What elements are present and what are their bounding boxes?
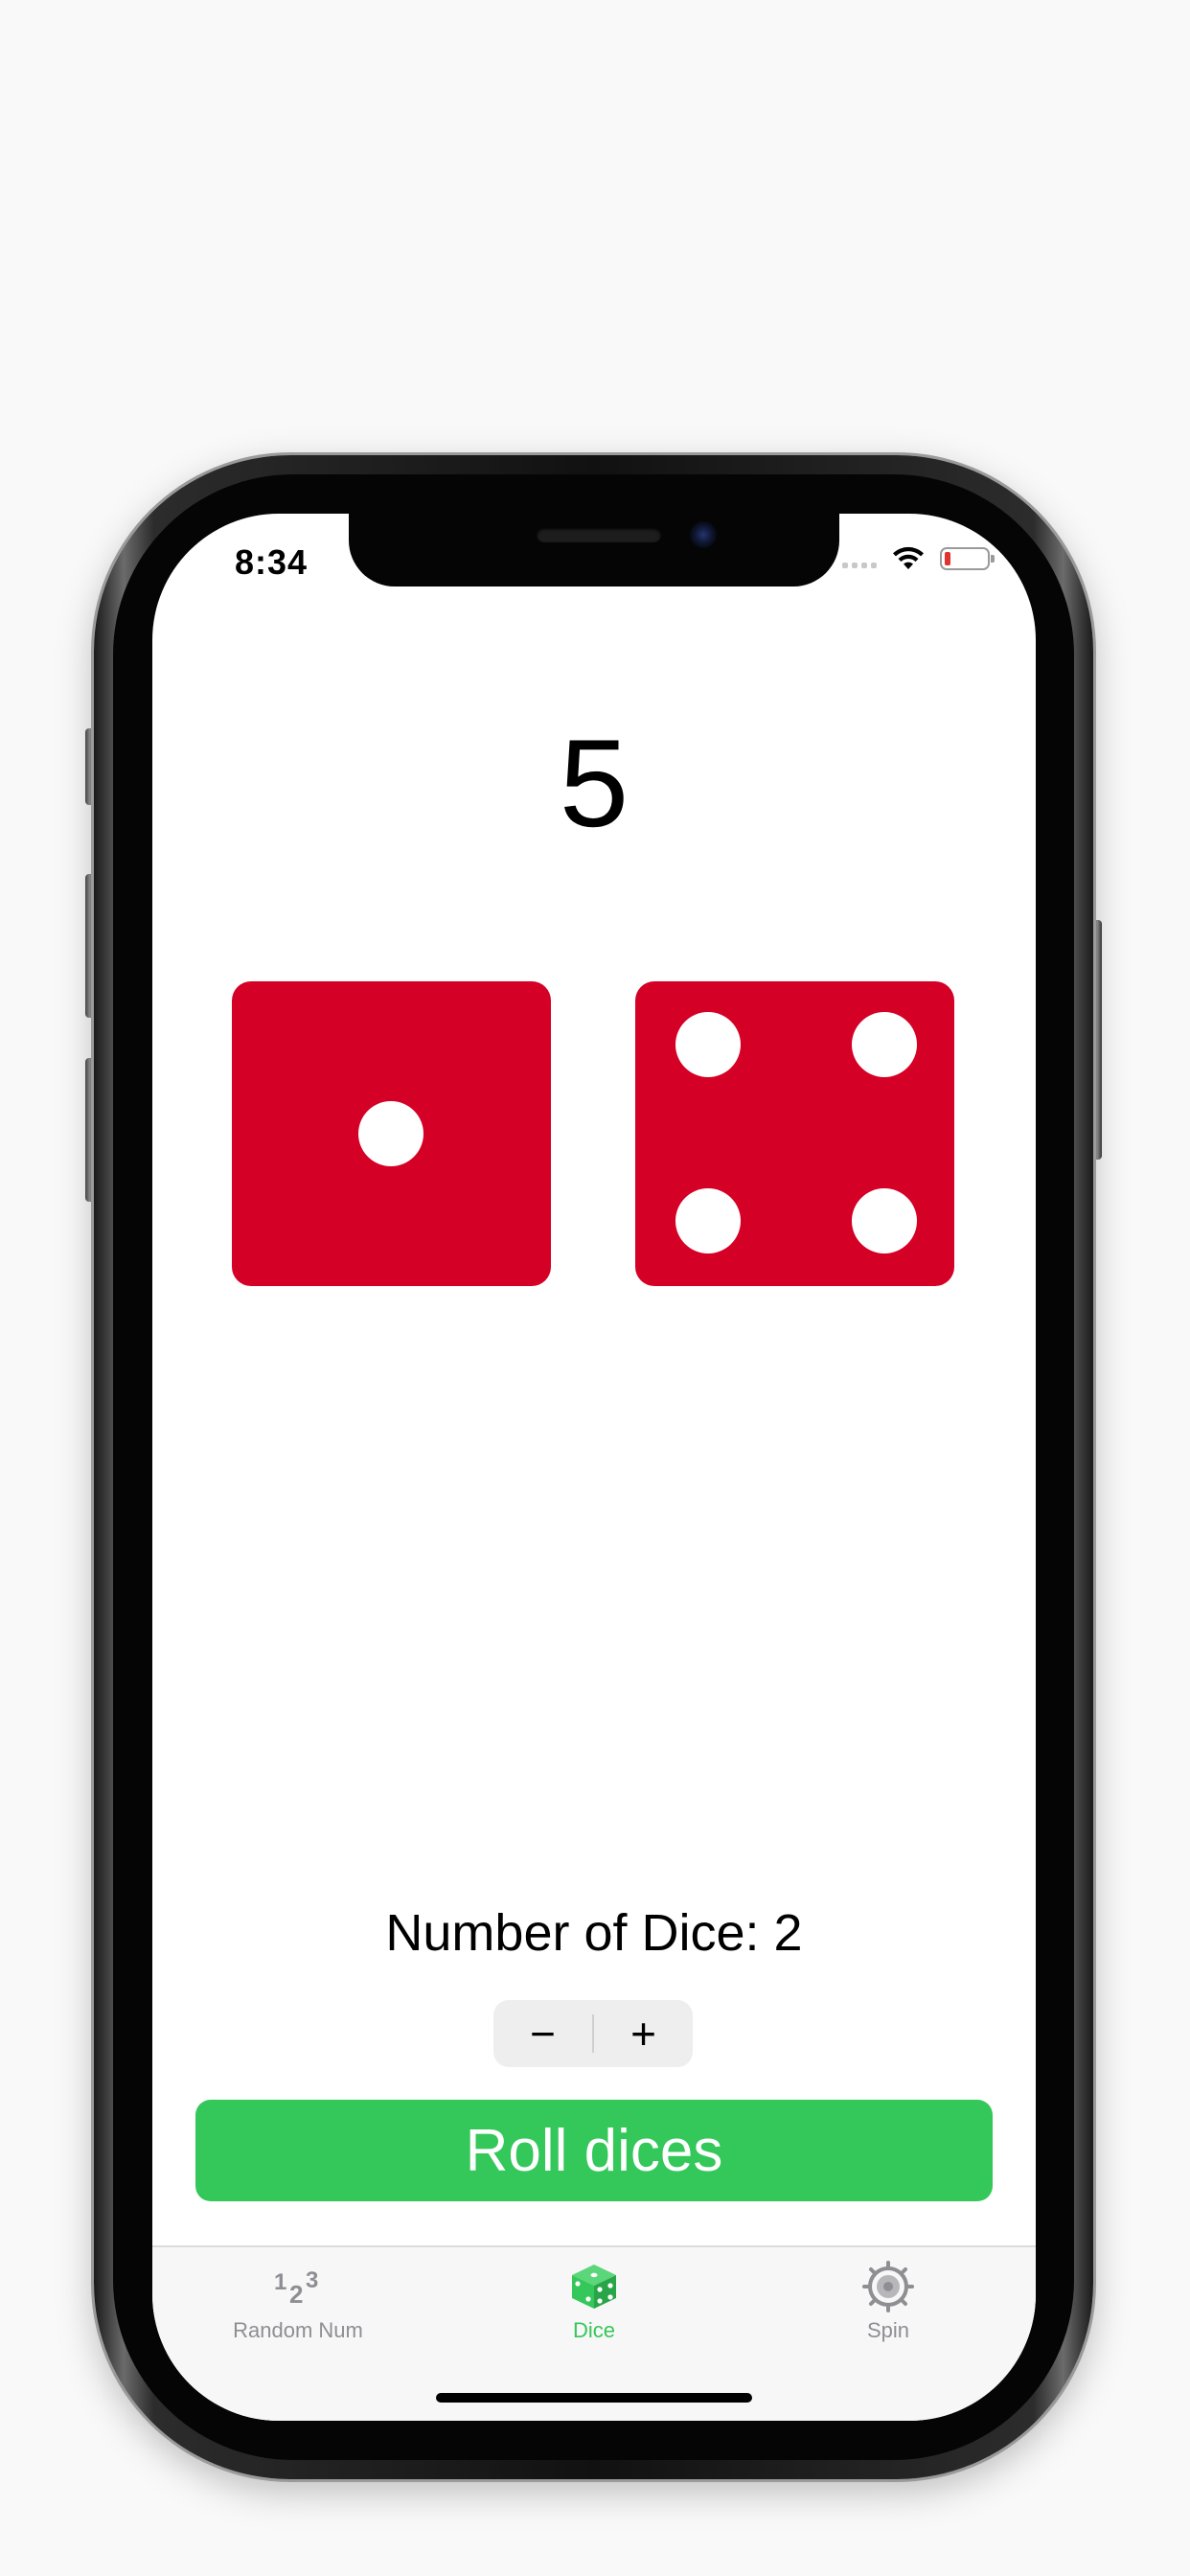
cellular-signal-icon (842, 549, 877, 568)
tab-label: Spin (866, 2318, 910, 2342)
tab-dice[interactable]: Dice (479, 2261, 709, 2357)
status-icons (842, 546, 995, 571)
battery-level (945, 552, 950, 565)
svg-text:3: 3 (306, 2267, 318, 2293)
tab-spin[interactable]: Spin (773, 2261, 1003, 2357)
die-1 (232, 981, 551, 1286)
tab-random-num[interactable]: 1 2 3 Random Num (183, 2261, 413, 2357)
roll-dices-button[interactable]: Roll dices (195, 2100, 993, 2201)
power-button (1092, 920, 1102, 1160)
earpiece-speaker (537, 527, 661, 542)
spin-wheel-icon (862, 2261, 914, 2312)
pip (675, 1012, 741, 1077)
svg-text:2: 2 (289, 2280, 303, 2309)
pip (852, 1188, 917, 1254)
app-screen: 8:34 5 Number of Dice: 2 − + Roll dices (152, 514, 1036, 2421)
notch (349, 514, 839, 586)
dice-icon (572, 2265, 616, 2309)
pip (852, 1012, 917, 1077)
dice-total: 5 (559, 713, 629, 853)
numbers-123-icon: 1 2 3 (274, 2267, 318, 2309)
die-2 (635, 981, 954, 1286)
tab-label: Random Num (233, 2318, 363, 2342)
dice-count-label: Number of Dice: 2 (385, 1904, 803, 1962)
dice-count-stepper: − + (493, 2000, 693, 2067)
status-time: 8:34 (235, 542, 309, 582)
wifi-icon (893, 546, 924, 569)
decrement-button[interactable]: − (493, 2000, 592, 2067)
battery-icon (940, 547, 995, 570)
svg-text:1: 1 (274, 2269, 286, 2295)
front-camera (690, 521, 717, 548)
tab-label: Dice (572, 2318, 615, 2342)
pip (358, 1101, 423, 1166)
pip (675, 1188, 741, 1254)
increment-button[interactable]: + (594, 2000, 693, 2067)
home-indicator (436, 2393, 752, 2403)
